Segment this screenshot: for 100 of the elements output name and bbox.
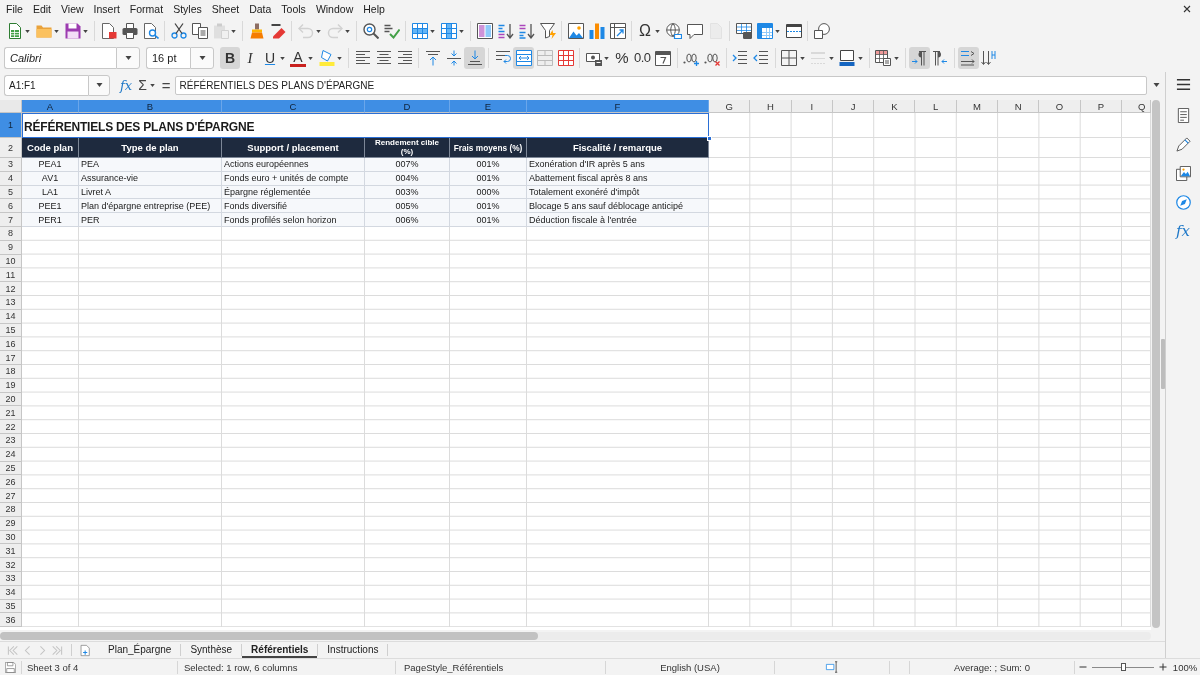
find-replace-button[interactable] (360, 20, 381, 42)
name-box[interactable]: A1:F1 (4, 74, 88, 96)
shapes-button[interactable] (811, 20, 832, 42)
merge-cells-button[interactable] (534, 47, 555, 69)
align-left-icon (354, 50, 371, 66)
add-sheet-button[interactable] (78, 643, 92, 657)
menu-item[interactable]: Format (124, 1, 169, 17)
column-header[interactable]: Q (1121, 100, 1151, 113)
column-header[interactable]: A (22, 100, 79, 113)
function-wizard-button[interactable]: fx (118, 75, 135, 95)
horizontal-scrollbar[interactable] (0, 631, 1151, 640)
align-bottom-button[interactable] (464, 47, 485, 69)
title-cell: RÉFÉRENTIELS DES PLANS D'ÉPARGNE (22, 113, 709, 138)
dropdown-button[interactable] (116, 47, 140, 69)
menu-item[interactable]: Sheet (206, 1, 245, 17)
undo-icon (297, 23, 314, 39)
row-header[interactable]: 21 (0, 406, 22, 421)
bold-button[interactable]: B (220, 47, 240, 69)
menu-item[interactable]: Edit (27, 1, 56, 17)
insert-image-button[interactable] (565, 20, 586, 42)
formula-button[interactable]: = (159, 75, 173, 95)
column-header[interactable]: P (1080, 100, 1122, 113)
column-header[interactable]: K (874, 100, 916, 113)
floppy-icon (5, 661, 16, 673)
zoom-percentage[interactable]: 100% (1172, 661, 1198, 673)
fill-handle[interactable] (707, 136, 712, 141)
font-size-field[interactable]: 16 pt (146, 47, 190, 69)
sheet-tab[interactable]: Instructions (318, 642, 388, 658)
copy-button[interactable] (189, 20, 210, 42)
vertical-scrollbar[interactable] (1152, 100, 1160, 628)
column-header[interactable]: N (998, 100, 1040, 113)
row-header[interactable]: 31 (0, 544, 22, 559)
text-ltr-button[interactable] (957, 47, 979, 69)
cut-button[interactable] (168, 20, 189, 42)
paragraph-ltr-button[interactable] (908, 47, 930, 69)
formula-input[interactable]: RÉFÉRENTIELS DES PLANS D'ÉPARGNE (174, 75, 1147, 95)
autofilter-button[interactable] (537, 20, 558, 42)
indent-decrease-icon (753, 50, 770, 66)
column-header[interactable]: J (832, 100, 875, 113)
sheet-tab[interactable]: Référentiels (242, 642, 318, 658)
row-header[interactable]: 27 (0, 489, 22, 503)
percent-button[interactable]: % (612, 47, 632, 69)
dropdown-button[interactable] (190, 47, 214, 69)
column-header[interactable]: F (527, 100, 709, 113)
header-cell: Type de plan (79, 138, 222, 158)
column-header[interactable]: H (750, 100, 792, 113)
row-header[interactable]: 1 (0, 113, 22, 138)
menu-item[interactable]: Window (310, 1, 359, 17)
menu-item[interactable]: Tools (276, 1, 311, 17)
dropdown-button[interactable] (88, 74, 110, 96)
row-header[interactable]: 22 (0, 420, 22, 434)
menu-item[interactable]: Help (358, 1, 390, 17)
row-header[interactable]: 7 (0, 213, 22, 227)
menu-item[interactable]: View (56, 1, 89, 17)
underline-button[interactable]: U (260, 47, 288, 69)
row-header[interactable]: 16 (0, 337, 22, 352)
row-header[interactable]: 3 (0, 158, 22, 172)
row-header[interactable]: 12 (0, 282, 22, 296)
menu-item[interactable]: File (1, 1, 28, 17)
column-header[interactable]: D (365, 100, 450, 113)
functions-button[interactable]: fx (1172, 220, 1194, 242)
sort-button[interactable] (474, 20, 495, 42)
sidebar-handle[interactable] (1161, 339, 1165, 389)
print-area-button[interactable] (733, 20, 754, 42)
caret-icon (25, 29, 30, 33)
menu-item[interactable]: Insert (88, 1, 125, 17)
row-header[interactable]: 26 (0, 475, 22, 490)
zoom-in-button[interactable] (1157, 661, 1168, 673)
slider-thumb[interactable] (1120, 663, 1126, 671)
font-color-button[interactable]: A (288, 47, 316, 69)
sheet-tab[interactable]: Plan_Épargne (99, 642, 181, 658)
sum-button[interactable]: Σ (136, 75, 158, 95)
row-header[interactable]: 17 (0, 351, 22, 365)
frame-color-bar-icon (839, 50, 856, 66)
column-header[interactable]: E (450, 100, 527, 113)
column-header[interactable]: C (222, 100, 365, 113)
column-header[interactable]: B (79, 100, 222, 113)
number-format-button[interactable]: 0.0 (632, 47, 653, 69)
column-header[interactable]: O (1039, 100, 1081, 113)
print-button[interactable] (119, 20, 140, 42)
column-header[interactable]: L (915, 100, 957, 113)
scrollbar-thumb[interactable] (0, 631, 538, 640)
unmerge-button[interactable] (555, 47, 576, 69)
pivot-table-button[interactable] (607, 20, 628, 42)
column-header[interactable]: G (709, 100, 751, 113)
row-header[interactable]: 11 (0, 268, 22, 283)
merge-center-button[interactable] (513, 47, 534, 69)
hyperlink-button[interactable] (663, 20, 684, 42)
sheet-tab[interactable]: Synthèse (181, 642, 242, 658)
row-header[interactable]: 6 (0, 199, 22, 214)
italic-button[interactable]: I (240, 47, 260, 69)
row-header[interactable]: 2 (0, 138, 22, 158)
font-name-field[interactable]: Calibri (4, 47, 116, 69)
row-header[interactable]: 32 (0, 558, 22, 572)
menu-item[interactable]: Styles (168, 1, 207, 17)
menu-item[interactable]: Data (244, 1, 277, 17)
row-header[interactable]: 36 (0, 613, 22, 628)
column-header[interactable]: I (791, 100, 833, 113)
column-header[interactable]: M (956, 100, 999, 113)
special-character-button[interactable]: Ω (635, 20, 663, 42)
